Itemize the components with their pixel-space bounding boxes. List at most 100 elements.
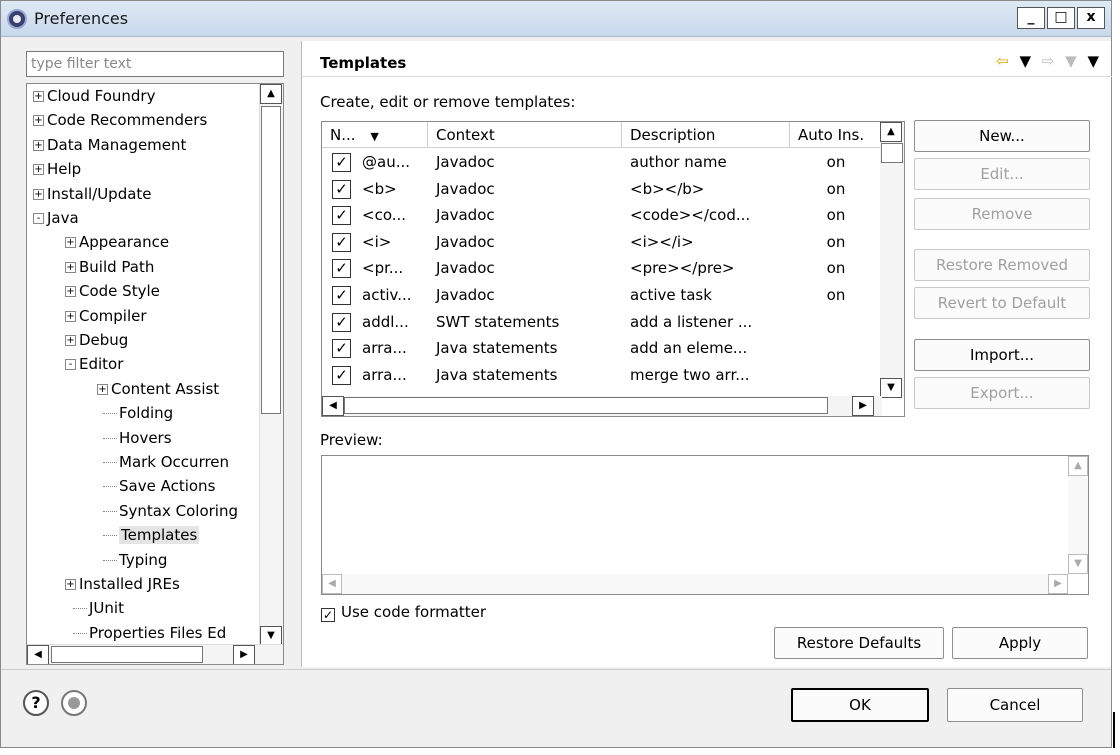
template-enabled-checkbox[interactable]: ✓ <box>332 365 351 385</box>
collapse-icon[interactable]: - <box>33 213 44 224</box>
tree-item[interactable]: Templates <box>103 523 200 547</box>
tree-item[interactable]: JUnit <box>73 596 124 620</box>
tree-horizontal-scrollbar[interactable]: ◀ ▶ <box>27 644 283 664</box>
tree-item[interactable]: + Compiler <box>65 304 147 328</box>
tree-item[interactable]: + Content Assist <box>97 377 219 401</box>
expand-icon[interactable]: + <box>33 91 44 102</box>
tree-item[interactable]: Syntax Coloring <box>103 499 238 523</box>
scroll-right-arrow-icon[interactable]: ▶ <box>233 645 255 664</box>
edit-button[interactable]: Edit... <box>914 158 1090 190</box>
expand-icon[interactable]: + <box>65 579 76 590</box>
filter-input[interactable] <box>26 51 284 77</box>
preview-scroll-left-icon[interactable]: ◀ <box>322 574 342 594</box>
expand-icon[interactable]: + <box>65 286 76 298</box>
tree-item[interactable]: + Code Style <box>65 279 160 303</box>
scroll-up-arrow-icon[interactable]: ▲ <box>260 84 282 104</box>
table-horizontal-scrollbar[interactable]: ◀ ▶ <box>322 396 882 416</box>
help-icon[interactable]: ? <box>23 690 49 716</box>
tree-item[interactable]: Mark Occurren <box>103 450 229 474</box>
column-autoinsert-header[interactable]: Auto Ins. <box>790 122 882 148</box>
preview-scroll-right-icon[interactable]: ▶ <box>1048 574 1068 594</box>
tree-item[interactable]: Typing <box>103 548 167 572</box>
tree-item[interactable]: - Editor <box>65 352 123 376</box>
ok-button[interactable]: OK <box>791 688 929 722</box>
scroll-left-arrow-icon[interactable]: ◀ <box>27 645 49 664</box>
table-row[interactable]: ✓ arra... Java statements add an eleme... <box>322 335 882 362</box>
expand-icon[interactable]: + <box>65 335 76 346</box>
tree-scroll-thumb[interactable] <box>261 106 281 414</box>
apply-button[interactable]: Apply <box>952 627 1088 659</box>
remove-button[interactable]: Remove <box>914 198 1090 230</box>
expand-icon[interactable]: + <box>33 115 44 127</box>
template-enabled-checkbox[interactable]: ✓ <box>332 286 351 305</box>
expand-icon[interactable]: + <box>65 310 76 322</box>
table-row[interactable]: ✓ <pr... Javadoc <pre></pre> on <box>322 255 882 282</box>
table-scroll-thumb[interactable] <box>881 143 903 163</box>
new-button[interactable]: New... <box>914 120 1090 152</box>
expand-icon[interactable]: + <box>97 383 108 395</box>
template-enabled-checkbox[interactable]: ✓ <box>332 232 351 252</box>
expand-icon[interactable]: + <box>65 237 76 249</box>
record-icon[interactable] <box>61 690 87 716</box>
maximize-button[interactable]: □ <box>1047 7 1075 29</box>
restore-defaults-button[interactable]: Restore Defaults <box>774 627 944 659</box>
forward-arrow-icon[interactable]: ⇨ <box>1042 52 1058 70</box>
table-row[interactable]: ✓ <co... Javadoc <code></cod... on <box>322 202 882 229</box>
tree-item[interactable]: + Install/Update <box>33 182 152 206</box>
expand-icon[interactable]: + <box>33 139 44 151</box>
preview-area[interactable]: ▲ ▼ ◀ ▶ <box>321 455 1089 595</box>
template-enabled-checkbox[interactable]: ✓ <box>332 339 351 359</box>
table-row[interactable]: ✓ addl... SWT statements add a listener ... <box>322 309 882 336</box>
revert-to-default-button[interactable]: Revert to Default <box>914 287 1090 319</box>
tree-item[interactable]: Save Actions <box>103 474 215 498</box>
table-vertical-scrollbar[interactable]: ▲ ▼ <box>880 122 904 398</box>
template-enabled-checkbox[interactable]: ✓ <box>332 206 351 226</box>
template-enabled-checkbox[interactable]: ✓ <box>332 153 351 172</box>
view-menu-icon[interactable]: ▼ <box>1087 52 1102 70</box>
title-bar[interactable]: Preferences _ □ x <box>1 1 1111 37</box>
minimize-button[interactable]: _ <box>1017 7 1045 29</box>
preview-horizontal-scrollbar[interactable]: ◀ ▶ <box>322 574 1068 594</box>
table-hscroll-thumb[interactable] <box>344 397 828 414</box>
table-scroll-down-icon[interactable]: ▼ <box>880 378 902 398</box>
tree-item[interactable]: + Help <box>33 157 81 181</box>
expand-icon[interactable]: + <box>33 164 44 176</box>
export-button[interactable]: Export... <box>914 377 1090 409</box>
forward-menu-icon[interactable]: ▼ <box>1065 52 1080 70</box>
tree-item[interactable]: + Code Recommenders <box>33 108 207 132</box>
tree-hscroll-thumb[interactable] <box>51 646 203 663</box>
table-row[interactable]: ✓ @au... Javadoc author name on <box>322 149 882 176</box>
tree-item[interactable]: + Appearance <box>65 230 169 254</box>
tree-vertical-scrollbar[interactable]: ▲ ▼ <box>259 84 283 646</box>
tree-item[interactable]: Folding <box>103 401 173 425</box>
use-code-formatter-checkbox[interactable]: ✓ Use code formatter <box>321 603 486 622</box>
tree-item[interactable]: + Cloud Foundry <box>33 84 155 108</box>
template-enabled-checkbox[interactable]: ✓ <box>332 259 351 279</box>
template-enabled-checkbox[interactable]: ✓ <box>332 179 351 199</box>
tree-item[interactable]: Properties Files Ed <box>73 621 226 645</box>
restore-removed-button[interactable]: Restore Removed <box>914 249 1090 281</box>
tree-item[interactable]: Hovers <box>103 426 172 450</box>
table-row[interactable]: ✓ <b> Javadoc <b></b> on <box>322 176 882 203</box>
scroll-down-arrow-icon[interactable]: ▼ <box>260 626 282 646</box>
table-scroll-right-icon[interactable]: ▶ <box>852 396 874 416</box>
preview-scroll-up-icon[interactable]: ▲ <box>1068 456 1088 476</box>
back-menu-icon[interactable]: ▼ <box>1019 52 1034 70</box>
tree-item[interactable]: - Java <box>33 206 79 230</box>
tree-item[interactable]: + Debug <box>65 328 128 352</box>
table-scroll-left-icon[interactable]: ◀ <box>322 396 344 416</box>
preview-vertical-scrollbar[interactable]: ▲ ▼ <box>1068 456 1088 574</box>
expand-icon[interactable]: + <box>65 261 76 273</box>
preview-scroll-down-icon[interactable]: ▼ <box>1068 554 1088 574</box>
close-button[interactable]: x <box>1077 7 1105 29</box>
back-arrow-icon[interactable]: ⇦ <box>996 52 1012 70</box>
table-row[interactable]: ✓ <i> Javadoc <i></i> on <box>322 229 882 256</box>
cancel-button[interactable]: Cancel <box>947 688 1083 722</box>
collapse-icon[interactable]: - <box>65 359 76 371</box>
table-scroll-up-icon[interactable]: ▲ <box>880 122 902 142</box>
column-name-header[interactable]: N... ▼ <box>322 122 428 148</box>
expand-icon[interactable]: + <box>33 188 44 200</box>
tree-item[interactable]: + Build Path <box>65 255 154 279</box>
column-context-header[interactable]: Context <box>428 122 622 148</box>
tree-item[interactable]: + Installed JREs <box>65 572 180 596</box>
